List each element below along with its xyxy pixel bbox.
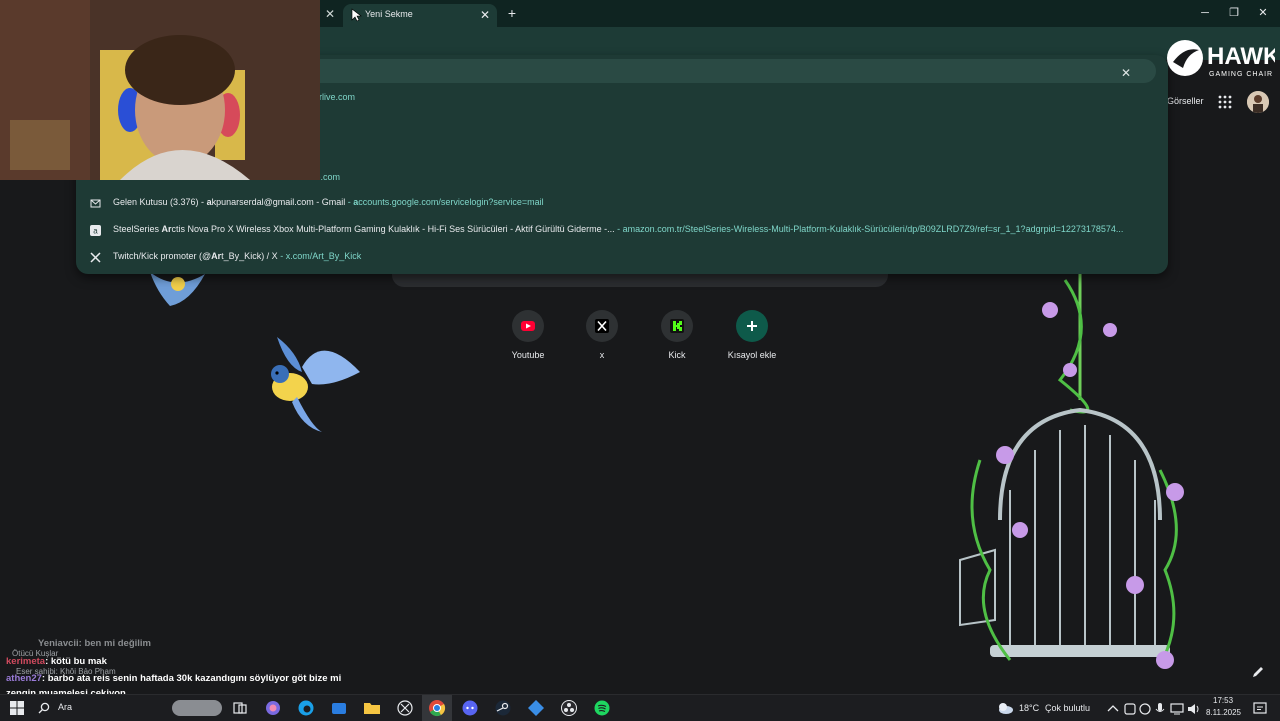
shortcut-x[interactable]: x (562, 310, 642, 360)
tab-title: Yeni Sekme (365, 9, 413, 19)
webcam-image (0, 0, 320, 180)
suggestion-url: amazon.com.tr/SteelSeries-Wireless-Multi… (622, 224, 1124, 234)
search-icon (38, 702, 50, 714)
suggestion-url: x.com/Art_By_Kick (285, 251, 362, 261)
suggestion-row[interactable]: a SteelSeries Arctis Nova Pro X Wireless… (76, 220, 1168, 240)
chat-line: kerimeta: kötü bu mak (6, 656, 107, 667)
chat-username: Yeniavcii (38, 638, 79, 649)
restore-button[interactable]: ❐ (1225, 6, 1243, 20)
taskbar-search[interactable]: Ara (34, 699, 224, 717)
store-icon[interactable] (330, 699, 348, 717)
shortcut-label: Kick (668, 350, 686, 360)
close-window-button[interactable]: ✕ (1254, 6, 1272, 20)
kick-icon (661, 310, 693, 342)
windows-taskbar: Ara 18°C Çok bulutlu 17:53 8.11.2025 (0, 694, 1280, 721)
chevron-up-icon[interactable] (1104, 700, 1122, 718)
chat-username: kerimeta (6, 656, 46, 667)
shortcut-add[interactable]: Kısayol ekle (712, 310, 792, 360)
shortcut-youtube[interactable]: Youtube (488, 310, 568, 360)
shortcut-label: Kısayol ekle (727, 350, 777, 360)
plus-icon (736, 310, 768, 342)
shortcut-label: Youtube (511, 350, 545, 360)
weather-temp[interactable]: 18°C (1019, 703, 1039, 713)
suggestion-match: Ar (161, 224, 172, 234)
shortcut-label: x (599, 350, 605, 360)
weather-desc[interactable]: Çok bulutlu (1045, 703, 1090, 713)
minimize-button[interactable]: ─ (1196, 6, 1214, 20)
youtube-icon (512, 310, 544, 342)
suggestion-match: Ar (211, 251, 222, 261)
previous-tab-close-icon[interactable]: ✕ (322, 6, 338, 22)
taskbar-search-label: Ara (58, 702, 73, 712)
amazon-icon: a (90, 225, 101, 236)
copilot-icon[interactable] (264, 699, 282, 717)
shortcut-kick[interactable]: Kick (637, 310, 717, 360)
chat-username: athen27 (6, 673, 42, 684)
chrome-icon[interactable] (428, 699, 446, 717)
suggestion-row[interactable]: Gelen Kutusu (3.376) - akpunarserdal@gma… (76, 193, 1168, 213)
suggestion-text: Gelen Kutusu (3.376) - akpunarserdal@gma… (113, 197, 544, 207)
cursor-icon (351, 8, 362, 22)
pencil-icon[interactable] (1250, 664, 1266, 680)
xbox-icon[interactable] (396, 699, 414, 717)
obs-icon[interactable] (560, 699, 578, 717)
suggestion-partial-url[interactable]: rlive.com (319, 92, 355, 102)
apps-grid-icon[interactable] (1218, 95, 1232, 109)
x-icon (586, 310, 618, 342)
logo-brand: HAWK (1207, 43, 1275, 70)
logo-sub: GAMING CHAIR (1209, 71, 1273, 78)
suggestion-row[interactable]: Twitch/Kick promoter (@Art_By_Kick) / X … (76, 247, 1168, 267)
spotify-icon[interactable] (593, 699, 611, 717)
volume-icon[interactable] (1185, 700, 1203, 718)
account-avatar[interactable] (1247, 91, 1269, 113)
new-tab-button[interactable]: + (504, 5, 520, 21)
suggestion-title: SteelSeries (113, 224, 162, 234)
windows-start-icon[interactable] (8, 699, 26, 717)
task-view-icon[interactable] (231, 699, 249, 717)
avatar-image (1247, 91, 1269, 113)
svg-text:a: a (93, 227, 98, 236)
chat-line: Yeniavcii: ben mi değilim (38, 638, 151, 649)
suggestion-text: SteelSeries Arctis Nova Pro X Wireless X… (113, 224, 1123, 234)
suggestion-title: kpunarserdal@gmail.com - Gmail (211, 197, 346, 207)
chat-message: : ben mi değilim (78, 638, 151, 649)
birdcage-decoration-icon (959, 270, 1184, 669)
suggestion-text: Twitch/Kick promoter (@Art_By_Kick) / X … (113, 251, 361, 261)
notification-icon[interactable] (1251, 700, 1269, 718)
network-icon[interactable] (1168, 700, 1186, 718)
webcam-overlay (0, 0, 320, 180)
suggestion-title: t_By_Kick) / X (221, 251, 278, 261)
steam-icon[interactable] (494, 699, 512, 717)
suggestion-title: Twitch/Kick promoter (@ (113, 251, 212, 261)
clock-time[interactable]: 17:53 (1213, 696, 1233, 705)
cloud-icon[interactable] (996, 699, 1014, 717)
chat-line: athen27: barbo ata reis senin haftada 30… (6, 673, 341, 684)
hawk-logo: HAWK GAMING CHAIR (1167, 40, 1275, 78)
discord-icon[interactable] (461, 699, 479, 717)
bird-decoration-icon (271, 337, 360, 432)
suggestion-separator: - (614, 224, 623, 234)
app-icon[interactable] (527, 699, 545, 717)
microphone-icon[interactable] (1151, 700, 1169, 718)
edge-icon[interactable] (297, 699, 315, 717)
gmail-icon (90, 199, 101, 208)
chat-message: : kötü bu mak (45, 656, 107, 667)
clock-date[interactable]: 8.11.2025 (1206, 708, 1241, 717)
x-icon (90, 252, 101, 263)
suggestion-separator: - (277, 251, 286, 261)
search-highlight-image (172, 700, 222, 716)
tab-new-tab[interactable]: Yeni Sekme ✕ (343, 4, 497, 27)
suggestion-title: ctis Nova Pro X Wireless Xbox Multi-Plat… (171, 224, 615, 234)
suggestion-title: Gelen Kutusu (3.376) - (113, 197, 207, 207)
chat-message: : barbo ata reis senin haftada 30k kazan… (41, 673, 342, 684)
tab-close-icon[interactable]: ✕ (477, 7, 493, 23)
file-explorer-icon[interactable] (363, 699, 381, 717)
suggestion-url: ccounts.google.com/servicelogin?service=… (358, 197, 544, 207)
clear-icon[interactable]: ✕ (1118, 65, 1134, 81)
images-link[interactable]: Görseller (1167, 96, 1204, 106)
